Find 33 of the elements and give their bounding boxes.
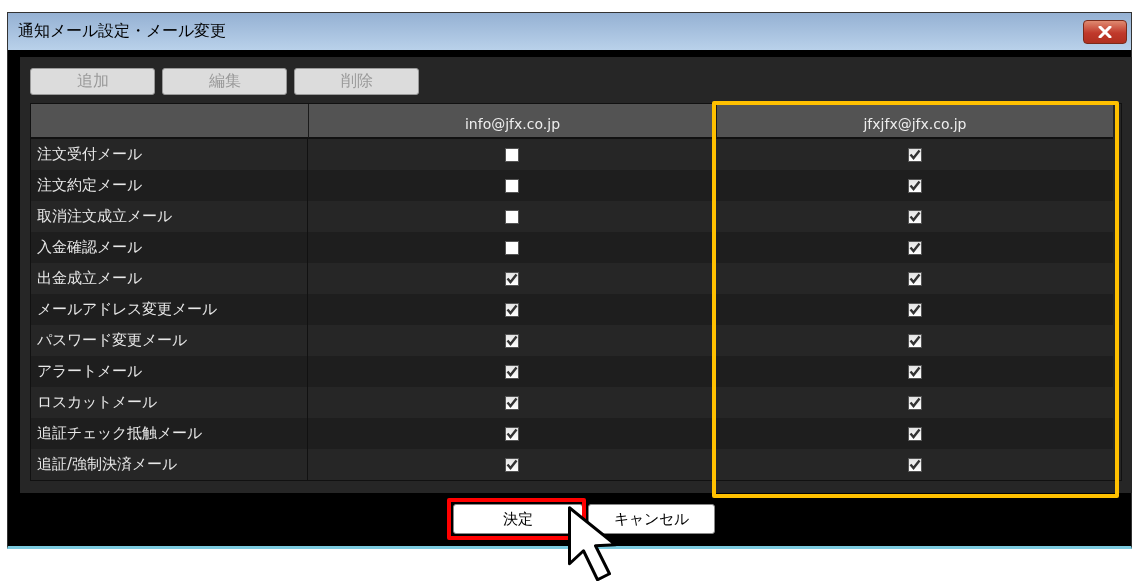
checkbox[interactable]	[505, 457, 519, 472]
row-label: メールアドレス変更メール	[31, 294, 308, 325]
checkbox[interactable]	[907, 178, 922, 193]
checkbox[interactable]	[907, 426, 922, 441]
row-label: アラートメール	[31, 356, 308, 387]
column-header: jfxjfx@jfx.co.jp	[716, 104, 1113, 139]
checkbox[interactable]	[907, 271, 922, 286]
checkbox[interactable]	[907, 364, 922, 379]
window-title: 通知メール設定・メール変更	[18, 21, 226, 42]
close-button[interactable]	[1083, 19, 1127, 44]
checkbox[interactable]	[505, 178, 519, 193]
checkbox[interactable]	[505, 333, 519, 348]
checkbox[interactable]	[907, 209, 922, 224]
checkbox[interactable]	[907, 333, 922, 348]
checkbox[interactable]	[505, 395, 519, 410]
checkbox[interactable]	[505, 240, 519, 255]
checkbox[interactable]	[505, 209, 519, 224]
checkbox[interactable]	[907, 147, 922, 162]
checkbox[interactable]	[505, 147, 519, 162]
checkbox[interactable]	[907, 457, 922, 472]
dialog-button[interactable]: 決定	[453, 504, 583, 534]
close-icon	[1098, 25, 1112, 38]
checkbox[interactable]	[505, 364, 519, 379]
checkbox[interactable]	[907, 240, 922, 255]
dialog-button[interactable]: キャンセル	[588, 504, 715, 534]
checkbox[interactable]	[505, 426, 519, 441]
checkbox[interactable]	[505, 271, 519, 286]
row-label: 追証チェック抵触メール	[31, 418, 308, 449]
checkbox[interactable]	[907, 395, 922, 410]
row-label: 注文約定メール	[31, 170, 308, 201]
checkbox[interactable]	[907, 302, 922, 317]
row-label: 入金確認メール	[31, 232, 308, 263]
checkbox[interactable]	[505, 302, 519, 317]
